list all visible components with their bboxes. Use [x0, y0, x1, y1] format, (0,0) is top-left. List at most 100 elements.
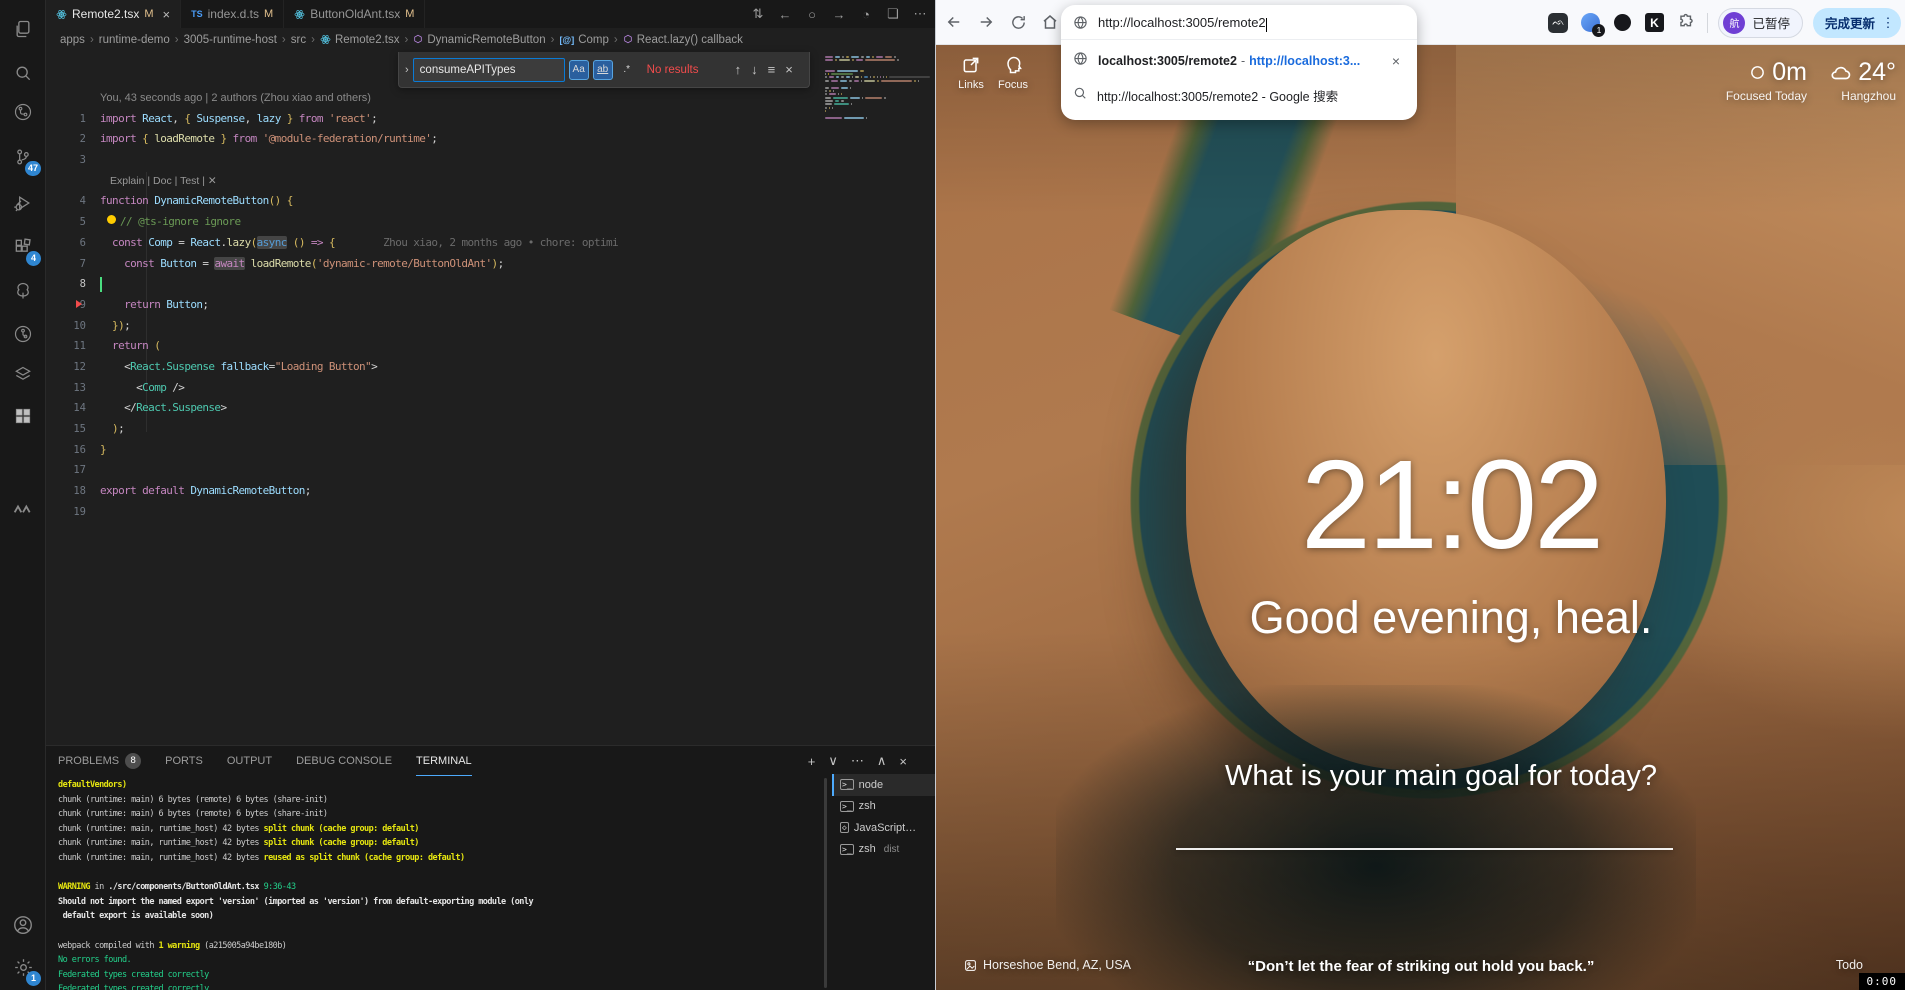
- compare-changes-icon[interactable]: ⇅: [749, 6, 767, 22]
- forward-icon[interactable]: [972, 8, 1000, 36]
- weather-widget[interactable]: 24° Hangzhou: [1830, 58, 1896, 103]
- code-line: 14 </React.Suspense>: [46, 398, 825, 419]
- temperature: 24°: [1858, 58, 1896, 87]
- editor-tab-ButtonOldAnt.tsx[interactable]: ButtonOldAnt.tsxM: [284, 0, 425, 28]
- suggestion-remove-icon[interactable]: ×: [1387, 53, 1405, 69]
- update-label: 完成更新: [1825, 13, 1875, 32]
- terminal-line: Federated types created correctly: [58, 968, 818, 983]
- more-actions-icon[interactable]: ⋯: [911, 6, 929, 22]
- explorer-icon[interactable]: [0, 12, 46, 46]
- settings-gear-icon[interactable]: 1: [0, 950, 46, 984]
- terminal-line: Federated types created correctly: [58, 982, 818, 990]
- codelens-action[interactable]: Explain: [110, 175, 144, 187]
- testing-tree-icon[interactable]: [0, 274, 46, 308]
- timeline-icon[interactable]: [0, 317, 46, 351]
- terminal-line: No errors found.: [58, 953, 818, 968]
- terminal-instance-JavaScript[interactable]: ◇JavaScript…: [832, 817, 935, 839]
- extensions-puzzle-icon[interactable]: [1675, 12, 1697, 34]
- panel-maximize-icon[interactable]: ∧: [877, 753, 887, 769]
- goal-input-underline[interactable]: [1176, 848, 1673, 850]
- extension-badge: 1: [1592, 24, 1605, 37]
- find-toggle-chevron[interactable]: ›: [405, 64, 409, 76]
- home-icon[interactable]: [1036, 8, 1064, 36]
- breadcrumb-item[interactable]: runtime-demo: [99, 34, 170, 46]
- editor-tab-Remote2.tsx[interactable]: Remote2.tsxM×: [46, 0, 181, 28]
- split-editor-icon[interactable]: ❏: [884, 6, 902, 22]
- account-icon[interactable]: [0, 908, 46, 942]
- layers-icon[interactable]: [0, 358, 46, 392]
- breadcrumb-item[interactable]: React.lazy() callback: [623, 34, 743, 46]
- new-terminal-icon[interactable]: +: [808, 754, 816, 769]
- panel-tab-problems[interactable]: PROBLEMS8: [58, 746, 141, 776]
- code-line: 9 return Button;: [46, 295, 825, 316]
- back-icon[interactable]: [940, 8, 968, 36]
- grid-icon[interactable]: [0, 399, 46, 433]
- breadcrumb-item[interactable]: src: [291, 34, 306, 46]
- tab-close-icon[interactable]: ×: [163, 7, 171, 22]
- code-line: 3: [46, 150, 825, 171]
- panel-more-icon[interactable]: ⋯: [851, 753, 864, 769]
- extension-translate-icon[interactable]: 1: [1579, 12, 1601, 34]
- code-line: 7 const Button = await loadRemote('dynam…: [46, 254, 825, 275]
- links-button[interactable]: Links: [949, 55, 993, 91]
- breadcrumb-item[interactable]: [@]Comp: [559, 34, 608, 46]
- breadcrumb-item[interactable]: apps: [60, 34, 85, 46]
- breadcrumb-item[interactable]: 3005-runtime-host: [184, 34, 277, 46]
- source-control-icon[interactable]: 47: [0, 140, 46, 174]
- suggestion-url[interactable]: localhost:3005/remote2-http://localhost:…: [1061, 44, 1417, 78]
- terminal-line: [58, 866, 818, 881]
- panel-tab-ports[interactable]: PORTS: [165, 746, 203, 776]
- extension-momentum-icon[interactable]: ᨒ: [1547, 12, 1569, 34]
- profile-pill[interactable]: 航 已暂停: [1718, 8, 1803, 38]
- codelens-action[interactable]: Test: [180, 175, 199, 187]
- extension-dot-icon[interactable]: [1611, 12, 1633, 34]
- suggestion-search[interactable]: http://localhost:3005/remote2 - Google 搜…: [1061, 78, 1417, 112]
- breadcrumb-item[interactable]: Remote2.tsx: [320, 34, 400, 47]
- todo-button[interactable]: Todo: [1836, 958, 1863, 972]
- nav-back-icon[interactable]: ←: [776, 7, 794, 22]
- panel-tab-debug-console[interactable]: DEBUG CONSOLE: [296, 746, 392, 776]
- find-input[interactable]: consumeAPITypes: [413, 58, 565, 82]
- terminal-line: webpack compiled with 1 warning (a215005…: [58, 939, 818, 954]
- find-prev-icon[interactable]: ↑: [735, 62, 742, 77]
- kebab-menu-icon[interactable]: ⋮: [1881, 15, 1895, 31]
- editor-tab-index.d.ts[interactable]: TSindex.d.tsM: [181, 0, 284, 28]
- remote-explorer-icon[interactable]: [0, 95, 46, 129]
- terminal-instance-node[interactable]: >_node: [832, 774, 935, 796]
- whole-word-button[interactable]: ab: [593, 60, 613, 80]
- find-next-icon[interactable]: ↓: [751, 62, 758, 77]
- codelens: Explain | Doc | Test | ✕: [46, 171, 825, 192]
- focus-widget[interactable]: 0m Focused Today: [1726, 58, 1807, 103]
- find-close-icon[interactable]: ×: [785, 62, 793, 77]
- panel-tab-output[interactable]: OUTPUT: [227, 746, 272, 776]
- code-editor[interactable]: You, 43 seconds ago | 2 authors (Zhou xi…: [46, 52, 825, 745]
- terminal-output[interactable]: defaultVendors)chunk (runtime: main) 6 b…: [58, 778, 818, 990]
- find-in-selection-icon[interactable]: ≡: [768, 62, 776, 77]
- minimap[interactable]: [825, 56, 930, 176]
- terminal-scrollbar[interactable]: [824, 778, 827, 988]
- panel-close-icon[interactable]: ×: [899, 754, 907, 769]
- breadcrumb-item[interactable]: DynamicRemoteButton: [413, 34, 545, 46]
- extension-k-icon[interactable]: K: [1643, 12, 1665, 34]
- address-bar[interactable]: http://localhost:3005/remote2: [1061, 5, 1417, 39]
- code-line: 8: [46, 274, 825, 295]
- regex-button[interactable]: .*: [617, 60, 637, 80]
- nav-forward-icon[interactable]: →: [830, 7, 848, 22]
- terminal-instance-zsh[interactable]: >_zsh: [832, 796, 935, 818]
- reload-icon[interactable]: [1004, 8, 1032, 36]
- codelens-action[interactable]: Doc: [153, 175, 172, 187]
- focus-button[interactable]: Focus: [991, 55, 1035, 91]
- nav-circle-icon[interactable]: ○: [803, 7, 821, 22]
- terminal-dropdown-icon[interactable]: ∨: [828, 753, 838, 769]
- search-icon[interactable]: [0, 56, 46, 90]
- url-text[interactable]: http://localhost:3005/remote2: [1098, 15, 1266, 30]
- extensions-icon[interactable]: 4: [0, 230, 46, 264]
- match-case-button[interactable]: Aa: [569, 60, 589, 80]
- terminal-line: chunk (runtime: main, runtime_host) 42 b…: [58, 836, 818, 851]
- wave-extension-icon[interactable]: [0, 492, 46, 526]
- run-debug-icon[interactable]: [0, 186, 46, 220]
- timeline-circle-icon[interactable]: ◔: [857, 7, 875, 22]
- terminal-instance-zsh[interactable]: >_zshdist: [832, 839, 935, 861]
- panel-tab-terminal[interactable]: TERMINAL: [416, 746, 472, 776]
- update-button[interactable]: 完成更新 ⋮: [1813, 8, 1901, 38]
